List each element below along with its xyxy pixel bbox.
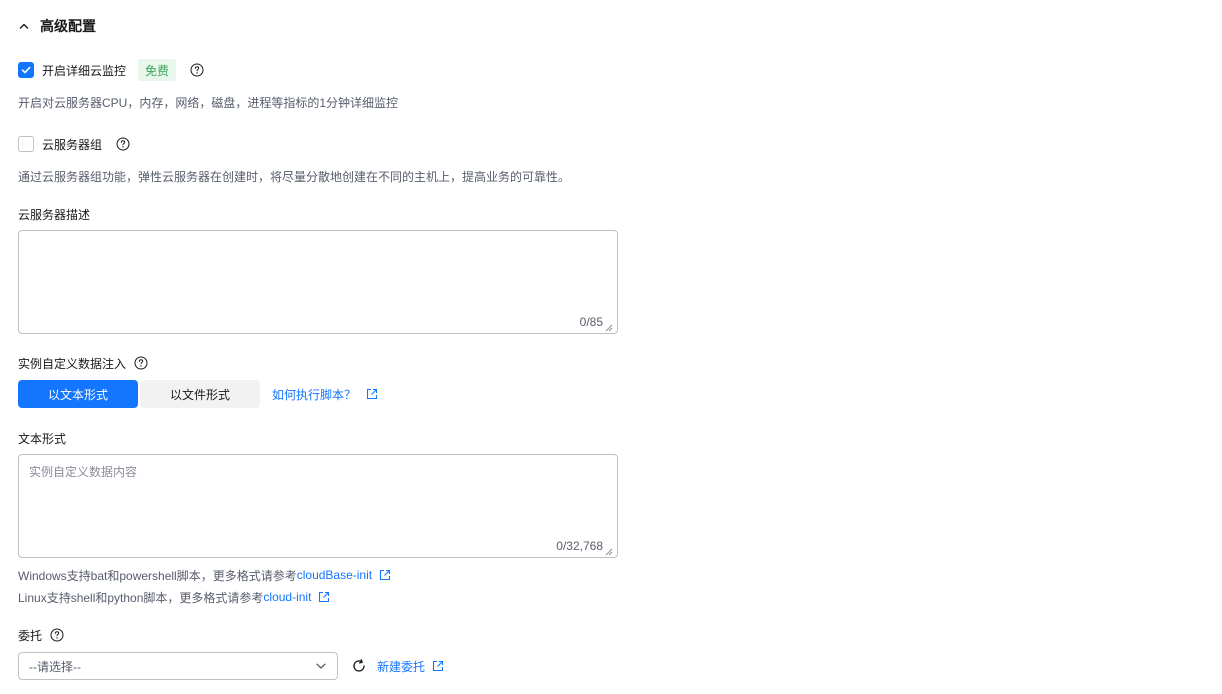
external-link-icon[interactable] bbox=[379, 569, 391, 581]
char-counter: 0/85 bbox=[579, 315, 603, 329]
chevron-down-icon bbox=[315, 660, 327, 672]
agency-select[interactable]: --请选择-- bbox=[18, 652, 338, 680]
create-agency-link[interactable]: 新建委托 bbox=[377, 658, 425, 675]
server-group-checkbox[interactable] bbox=[18, 136, 34, 152]
help-icon[interactable] bbox=[116, 137, 130, 151]
resize-handle-icon[interactable] bbox=[605, 321, 613, 332]
char-counter: 0/32,768 bbox=[556, 539, 603, 553]
refresh-icon[interactable] bbox=[351, 658, 367, 674]
linux-hint: Linux支持shell和python脚本，更多格式请参考 bbox=[18, 590, 264, 605]
user-data-label-row: 实例自定义数据注入 bbox=[18, 355, 148, 371]
user-data-label: 实例自定义数据注入 bbox=[18, 356, 127, 371]
free-badge: 免费 bbox=[138, 59, 177, 81]
chevron-up-icon bbox=[18, 20, 30, 32]
section-title: 高级配置 bbox=[40, 18, 96, 34]
mode-file-button[interactable]: 以文件形式 bbox=[140, 380, 260, 408]
external-link-icon[interactable] bbox=[318, 591, 330, 603]
monitoring-label[interactable]: 开启详细云监控 bbox=[42, 62, 126, 79]
server-group-description: 通过云服务器组功能，弹性云服务器在创建时，将尽量分散地创建在不同的主机上，提高业… bbox=[18, 170, 571, 184]
server-description-textarea[interactable]: 0/85 bbox=[18, 230, 618, 334]
user-data-textarea[interactable]: 实例自定义数据内容 0/32,768 bbox=[18, 454, 618, 558]
server-group-label[interactable]: 云服务器组 bbox=[42, 136, 102, 153]
script-help-link-row: 如何执行脚本？ bbox=[272, 380, 378, 408]
resize-handle-icon[interactable] bbox=[605, 545, 613, 556]
help-icon[interactable] bbox=[50, 628, 64, 642]
mode-text-button[interactable]: 以文本形式 bbox=[18, 380, 138, 408]
agency-label-row: 委托 bbox=[18, 627, 64, 643]
server-description-label: 云服务器描述 bbox=[18, 208, 91, 222]
windows-hint: Windows支持bat和powershell脚本，更多格式请参考 bbox=[18, 568, 297, 583]
cloudbase-init-link[interactable]: cloudBase-init bbox=[297, 568, 372, 582]
advanced-config-toggle[interactable]: 高级配置 bbox=[18, 16, 96, 36]
external-link-icon[interactable] bbox=[366, 388, 378, 400]
script-help-link[interactable]: 如何执行脚本？ bbox=[272, 386, 356, 403]
agency-label: 委托 bbox=[18, 628, 43, 643]
cloud-init-link[interactable]: cloud-init bbox=[263, 590, 311, 604]
help-icon[interactable] bbox=[134, 356, 148, 370]
windows-hint-row: Windows支持bat和powershell脚本，更多格式请参考 cloudB… bbox=[18, 567, 391, 583]
monitoring-description: 开启对云服务器CPU，内存，网络，磁盘，进程等指标的1分钟详细监控 bbox=[18, 96, 399, 110]
monitoring-checkbox[interactable] bbox=[18, 62, 34, 78]
agency-select-value: --请选择-- bbox=[29, 659, 81, 674]
create-agency-row: 新建委托 bbox=[377, 658, 444, 674]
text-mode-label: 文本形式 bbox=[18, 432, 67, 446]
monitoring-row: 开启详细云监控 免费 bbox=[18, 59, 204, 81]
textarea-placeholder: 实例自定义数据内容 bbox=[29, 465, 138, 479]
server-group-row: 云服务器组 bbox=[18, 133, 130, 155]
external-link-icon[interactable] bbox=[432, 660, 444, 672]
linux-hint-row: Linux支持shell和python脚本，更多格式请参考 cloud-init bbox=[18, 589, 330, 605]
help-icon[interactable] bbox=[190, 63, 204, 77]
